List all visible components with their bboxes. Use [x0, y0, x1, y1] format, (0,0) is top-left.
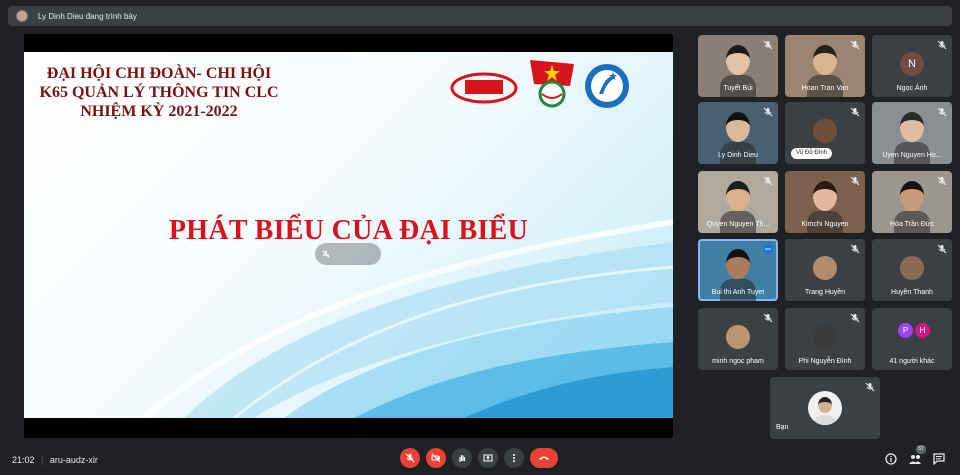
participant-tile[interactable]: Tuyết Bùi — [698, 35, 778, 97]
self-avatar — [808, 391, 842, 425]
participant-tile[interactable]: Uyen Nguyen Ho... — [872, 102, 952, 164]
mic-off-icon — [937, 107, 947, 117]
mic-off-icon — [937, 176, 947, 186]
participant-video — [813, 181, 837, 211]
participant-count-badge: 57 — [916, 445, 926, 454]
participant-video — [726, 181, 750, 211]
participant-tile[interactable]: Quyen Nguyen Th... — [698, 171, 778, 233]
participant-avatar: N — [900, 52, 924, 76]
speaking-indicator-icon — [763, 244, 773, 254]
participant-name: Huyền Thanh — [891, 289, 933, 296]
present-screen-icon — [483, 454, 493, 462]
info-icon[interactable] — [885, 453, 897, 465]
participant-name: Bạn — [776, 424, 789, 431]
mic-off-icon — [850, 40, 860, 50]
participant-name: 41 người khác — [889, 358, 935, 365]
microphone-button[interactable] — [400, 448, 420, 468]
presentation-stage[interactable]: ĐẠI HỘI CHI ĐOÀN- CHI HỘI K65 QUẢN LÝ TH… — [24, 34, 673, 438]
participant-name: Ngọc Ánh — [896, 85, 928, 92]
participant-name: Hoan Tran Van — [801, 85, 849, 92]
participant-name: Bui thi Anh Tuyet — [711, 289, 765, 296]
mic-off-icon — [865, 382, 875, 392]
meeting-info: 21:02 | aru-audz-xir — [12, 455, 98, 465]
more-vert-icon — [513, 454, 515, 462]
participant-name: Phi Nguyễn Đình — [798, 358, 852, 365]
participant-video — [726, 249, 750, 279]
participant-tile[interactable]: Bui thi Anh Tuyet — [698, 239, 778, 301]
participant-tile[interactable]: minh ngoc pham — [698, 308, 778, 370]
participant-video — [813, 45, 837, 75]
participant-video — [726, 112, 750, 142]
mic-off-icon — [937, 40, 947, 50]
clock: 21:02 — [12, 455, 35, 465]
mic-off-icon — [937, 244, 947, 254]
participant-video — [900, 112, 924, 142]
pin-presentation-control[interactable] — [315, 243, 381, 265]
participant-avatar — [813, 325, 837, 349]
mic-off-icon — [850, 313, 860, 323]
mic-off-icon — [763, 40, 773, 50]
mic-off-icon — [763, 107, 773, 117]
phone-hangup-icon — [539, 456, 549, 460]
mic-off-icon — [850, 176, 860, 186]
participant-name: Trang Huyền — [804, 289, 846, 296]
participant-name: Tuyết Bùi — [723, 85, 753, 92]
presenting-banner: Ly Dinh Dieu đang trình bày — [8, 6, 952, 26]
participant-tile[interactable]: N Ngọc Ánh — [872, 35, 952, 97]
hand-icon — [459, 455, 466, 462]
mic-off-icon — [763, 176, 773, 186]
leave-call-button[interactable] — [530, 448, 558, 468]
participant-video — [726, 45, 750, 75]
participant-name: Hòa Trần Đức — [890, 221, 934, 228]
others-avatars: PH — [898, 323, 930, 338]
meeting-code[interactable]: aru-audz-xir — [50, 455, 98, 465]
self-tile[interactable]: Bạn — [770, 377, 880, 439]
participant-tile[interactable]: Hoan Tran Van — [785, 35, 865, 97]
chat-icon[interactable] — [933, 453, 945, 465]
youth-union-logo — [526, 56, 578, 113]
participant-name-chip: Vũ Đỗ Đình — [791, 148, 833, 159]
participant-name: Vũ Đỗ Đình — [796, 150, 828, 156]
mic-off-icon — [405, 453, 415, 463]
participant-name: minh ngoc pham — [712, 358, 764, 365]
presenter-avatar — [16, 10, 28, 22]
participant-avatar — [900, 256, 924, 280]
camera-button[interactable] — [426, 448, 446, 468]
participant-tile[interactable]: Ly Dinh Dieu — [698, 102, 778, 164]
participant-avatar — [813, 256, 837, 280]
control-bar: 21:02 | aru-audz-xir 57 — [0, 445, 960, 475]
camera-off-icon — [431, 453, 441, 463]
mic-off-icon — [763, 313, 773, 323]
slide-title: ĐẠI HỘI CHI ĐOÀN- CHI HỘI K65 QUẢN LÝ TH… — [34, 64, 284, 121]
slide-title-line-1: ĐẠI HỘI CHI ĐOÀN- CHI HỘI — [46, 65, 272, 82]
slide: ĐẠI HỘI CHI ĐOÀN- CHI HỘI K65 QUẢN LÝ TH… — [24, 52, 673, 418]
participant-tile[interactable]: Hòa Trần Đức — [872, 171, 952, 233]
student-association-logo — [583, 62, 631, 115]
slide-title-line-3: NHIỆM KỲ 2021-2022 — [80, 103, 238, 120]
faculty-logo — [449, 66, 519, 111]
participant-tile[interactable]: Phi Nguyễn Đình — [785, 308, 865, 370]
participant-avatar — [813, 119, 837, 143]
raise-hand-button[interactable] — [452, 448, 472, 468]
present-button[interactable] — [478, 448, 498, 468]
mic-off-icon — [850, 244, 860, 254]
participant-name: Ly Dinh Dieu — [718, 152, 758, 159]
participant-video — [900, 181, 924, 211]
presenting-text: Ly Dinh Dieu đang trình bày — [38, 11, 137, 21]
participant-tile[interactable]: Huyền Thanh — [872, 239, 952, 301]
participant-name: Quyen Nguyen Th... — [706, 221, 770, 228]
participant-tile[interactable]: Vũ Đỗ Đình — [785, 102, 865, 164]
slide-title-line-2: K65 QUẢN LÝ THÔNG TIN CLC — [39, 84, 279, 101]
participant-tile[interactable]: P H 41 người khác — [872, 308, 952, 370]
participant-name: Uyen Nguyen Ho... — [882, 152, 942, 159]
more-options-button[interactable] — [504, 448, 524, 468]
mic-off-icon — [850, 107, 860, 117]
participant-avatar — [726, 325, 750, 349]
participant-tile[interactable]: Trang Huyền — [785, 239, 865, 301]
participant-tile[interactable]: Kimchi Nguyen — [785, 171, 865, 233]
people-icon[interactable] — [909, 453, 921, 465]
participant-name: Kimchi Nguyen — [801, 221, 849, 228]
pin-off-icon — [322, 250, 330, 258]
